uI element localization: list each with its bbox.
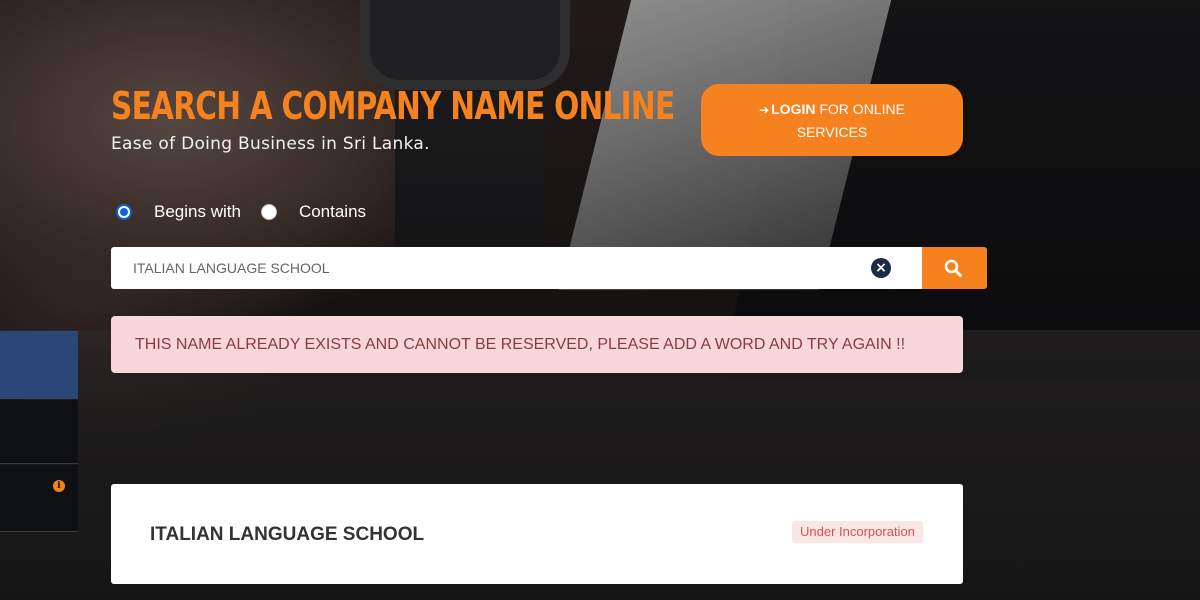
- info-icon[interactable]: i: [53, 480, 65, 492]
- radio-begins-with-label[interactable]: Begins with: [154, 202, 241, 222]
- page-subtitle: Ease of Doing Business in Sri Lanka.: [111, 134, 430, 154]
- side-tab-3[interactable]: [0, 465, 78, 532]
- radio-contains-label[interactable]: Contains: [299, 202, 366, 222]
- name-exists-alert: THIS NAME ALREADY EXISTS AND CANNOT BE R…: [111, 316, 963, 373]
- radio-begins-with[interactable]: [116, 204, 132, 220]
- company-name-search-input[interactable]: [111, 247, 922, 289]
- page-title: SEARCH A COMPANY NAME ONLINE: [111, 84, 675, 128]
- result-company-name: ITALIAN LANGUAGE SCHOOL: [150, 524, 425, 545]
- radio-contains[interactable]: [260, 204, 277, 220]
- status-badge: Under Incorporation: [792, 521, 923, 543]
- side-tab-1[interactable]: [0, 331, 78, 399]
- sign-in-icon: ➔: [759, 102, 770, 117]
- login-label-bold: LOGIN: [771, 100, 816, 117]
- close-circle-icon[interactable]: ×: [871, 258, 891, 278]
- result-card: ITALIAN LANGUAGE SCHOOL Under Incorporat…: [111, 484, 963, 584]
- login-online-services-button[interactable]: ➔ LOGIN FOR ONLINE SERVICES: [701, 84, 963, 156]
- search-icon: [944, 259, 962, 277]
- side-tab-2[interactable]: [0, 400, 78, 464]
- login-label-rest: FOR ONLINE: [815, 100, 905, 117]
- search-button[interactable]: [922, 247, 987, 289]
- search-mode-group: Begins with Contains: [116, 200, 386, 224]
- login-label-line2: SERVICES: [796, 123, 868, 140]
